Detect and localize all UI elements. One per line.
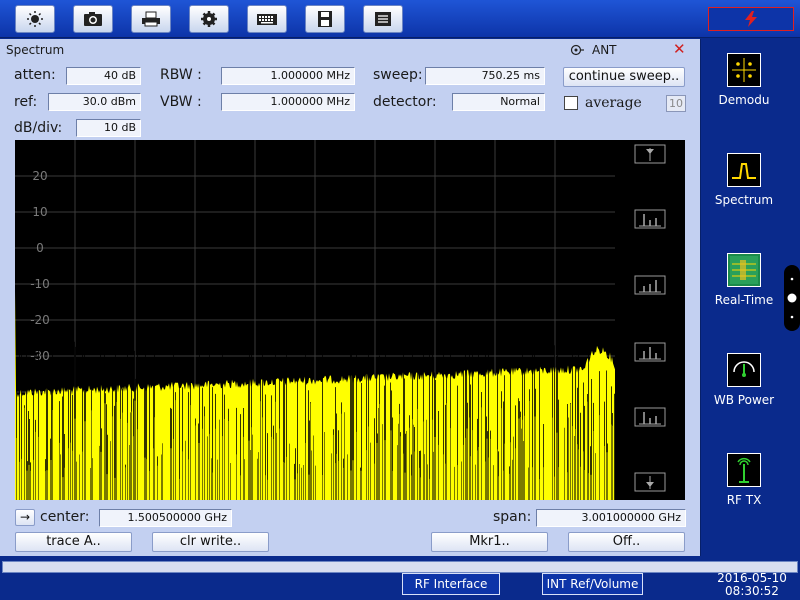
y-tick-label: -10 xyxy=(30,277,50,291)
document-icon xyxy=(375,12,391,26)
atten-field[interactable]: 40 dB xyxy=(66,67,141,85)
sidebar-item-label: Demodu xyxy=(718,93,770,107)
sidebar-item-rf-tx[interactable]: RF TX xyxy=(701,453,787,507)
demodulation-icon xyxy=(727,53,761,87)
spectrum-icon xyxy=(727,153,761,187)
top-toolbar xyxy=(0,0,800,38)
marker-off-button[interactable]: Off.. xyxy=(568,532,685,552)
center-field[interactable]: 1.500500000 GHz xyxy=(99,509,232,527)
vbw-field[interactable]: 1.000000 MHz xyxy=(221,93,355,111)
rf-tx-icon xyxy=(727,453,761,487)
clear-write-button[interactable]: clr write.. xyxy=(152,532,269,552)
sidebar-item-real-time[interactable]: Real-Time xyxy=(701,253,787,307)
dbdiv-field[interactable]: 10 dB xyxy=(76,119,141,137)
wideband-power-icon xyxy=(727,353,761,387)
settings-icon xyxy=(201,11,217,27)
trace-mode-button xyxy=(634,209,666,229)
y-tick-label: 0 xyxy=(36,241,44,255)
trace-mode-button xyxy=(634,472,666,492)
y-tick-label: 20 xyxy=(32,169,47,183)
span-field[interactable]: 3.001000000 GHz xyxy=(536,509,686,527)
sidebar-item-label: Spectrum xyxy=(714,193,774,207)
atten-label: atten: xyxy=(14,67,56,83)
trace-mode-button xyxy=(634,275,666,295)
average-checkbox[interactable] xyxy=(564,96,578,110)
date-time: 2016-05-10 08:30:52 xyxy=(712,572,792,598)
alarm-indicator[interactable] xyxy=(708,7,794,31)
y-tick-label: -20 xyxy=(30,313,50,327)
vbw-label: VBW : xyxy=(160,94,202,110)
settings-button[interactable] xyxy=(189,5,229,33)
ref-volume-button[interactable]: INT Ref/Volume xyxy=(542,573,643,595)
screenshot-button[interactable] xyxy=(73,5,113,33)
sidebar-scroll-handle[interactable] xyxy=(784,265,800,331)
ref-field[interactable]: 30.0 dBm xyxy=(48,93,141,111)
sidebar-item-label: WB Power xyxy=(713,393,775,407)
detector-field[interactable]: Normal xyxy=(452,93,545,111)
span-label: span: xyxy=(493,509,532,525)
lightning-icon xyxy=(745,11,757,27)
horizontal-scrollbar[interactable] xyxy=(2,561,798,573)
y-tick-label: 10 xyxy=(32,205,47,219)
sidebar-item-label: RF TX xyxy=(726,493,762,507)
sweep-label: sweep: xyxy=(373,67,423,83)
sidebar-item-label: Real-Time xyxy=(714,293,774,307)
real-time-icon xyxy=(727,253,761,287)
keyboard-icon xyxy=(257,14,277,25)
sidebar-item-spectrum[interactable]: Spectrum xyxy=(701,153,787,207)
time-text: 08:30:52 xyxy=(725,584,779,598)
rbw-label: RBW : xyxy=(160,67,202,83)
ref-label: ref: xyxy=(14,94,38,110)
average-count-field[interactable]: 10 xyxy=(666,95,686,112)
spectrum-chart: 20 10 0 -10 -20 -30 xyxy=(15,140,685,500)
save-button[interactable] xyxy=(305,5,345,33)
keyboard-button[interactable] xyxy=(247,5,287,33)
marker-button[interactable]: Mkr1.. xyxy=(431,532,548,552)
input-port-label: ANT xyxy=(592,43,617,57)
center-label: center: xyxy=(40,509,90,525)
y-tick-label: -30 xyxy=(30,349,50,363)
print-button[interactable] xyxy=(131,5,171,33)
trace-mode-button xyxy=(634,407,666,427)
trace-mode-button xyxy=(634,342,666,362)
average-label: average xyxy=(585,95,642,111)
spectrum-panel: Spectrum ANT ✕ atten: 40 dB RBW : 1.0000… xyxy=(0,39,700,556)
save-icon xyxy=(318,11,332,27)
brightness-icon xyxy=(27,11,43,27)
detector-label: detector: xyxy=(373,94,437,110)
camera-icon xyxy=(84,12,102,26)
continue-sweep-button[interactable]: continue sweep.. xyxy=(563,67,685,87)
trace-button-strip xyxy=(615,140,685,500)
status-bar: RF Interface INT Ref/Volume 2016-05-10 0… xyxy=(0,556,800,600)
panel-title-bar: Spectrum ANT ✕ xyxy=(0,39,700,61)
sweep-field[interactable]: 750.25 ms xyxy=(425,67,545,85)
printer-icon xyxy=(142,11,160,27)
document-button[interactable] xyxy=(363,5,403,33)
rbw-field[interactable]: 1.000000 MHz xyxy=(221,67,355,85)
brightness-button[interactable] xyxy=(15,5,55,33)
close-icon[interactable]: ✕ xyxy=(673,40,686,58)
dbdiv-label: dB/div: xyxy=(14,120,63,136)
panel-title: Spectrum xyxy=(6,43,65,57)
sidebar-item-wb-power[interactable]: WB Power xyxy=(701,353,787,407)
center-arrow-button[interactable]: → xyxy=(15,509,35,526)
rf-interface-button[interactable]: RF Interface xyxy=(402,573,500,595)
trace-mode-button xyxy=(634,144,666,164)
spectrum-plot[interactable]: 20 10 0 -10 -20 -30 xyxy=(15,140,685,500)
sidebar-item-demodu[interactable]: Demodu xyxy=(701,53,787,107)
antenna-input-icon xyxy=(570,44,584,56)
trace-button[interactable]: trace A.. xyxy=(15,532,132,552)
